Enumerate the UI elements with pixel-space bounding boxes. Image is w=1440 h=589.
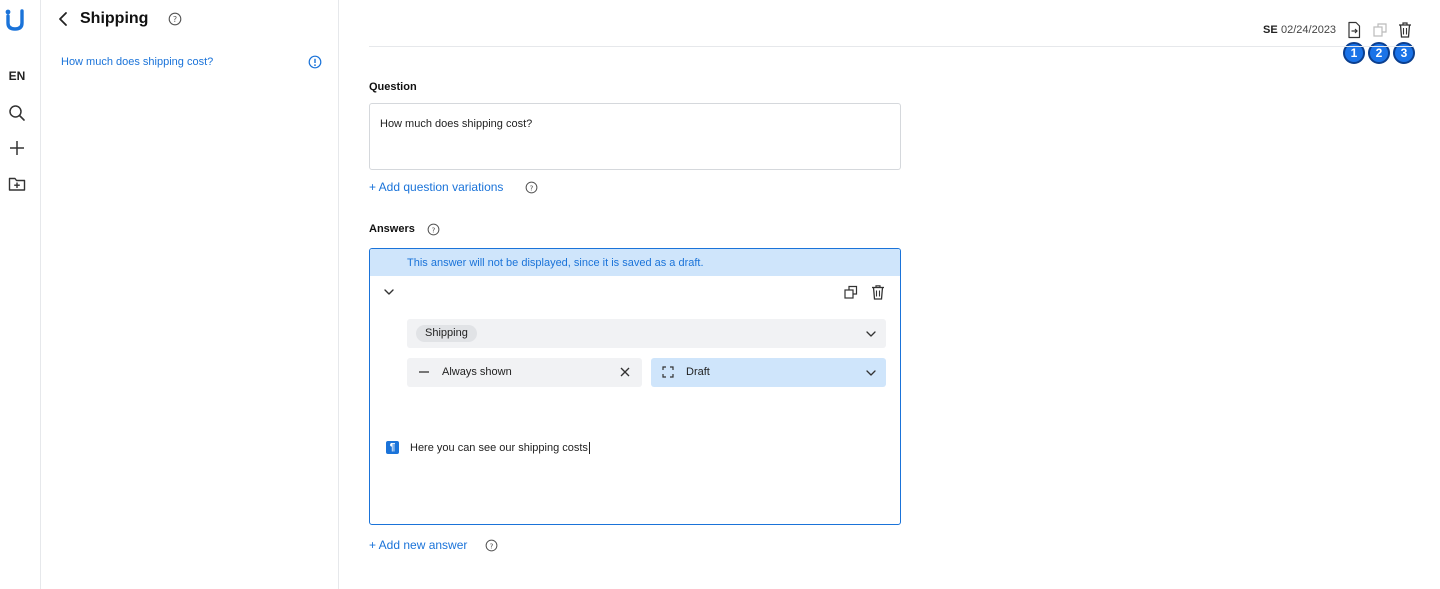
- svg-text:?: ?: [490, 541, 494, 550]
- question-list-item[interactable]: How much does shipping cost?: [61, 56, 213, 68]
- visibility-value: Always shown: [442, 366, 512, 378]
- paragraph-block-icon[interactable]: ¶: [386, 441, 399, 454]
- app-logo-icon[interactable]: [3, 8, 27, 32]
- header-divider: [369, 46, 1414, 47]
- duplicate-icon[interactable]: [1372, 21, 1388, 39]
- question-label: Question: [369, 81, 417, 93]
- add-new-answer-link[interactable]: + Add new answer: [369, 538, 467, 552]
- answers-label: Answers: [369, 223, 415, 235]
- svg-text:?: ?: [530, 183, 534, 192]
- delete-answer-icon[interactable]: [870, 284, 886, 300]
- help-icon[interactable]: ?: [427, 223, 440, 236]
- visibility-dropdown[interactable]: Always shown: [407, 358, 642, 387]
- duplicate-answer-icon[interactable]: [843, 284, 859, 300]
- category-tag[interactable]: Shipping: [416, 325, 477, 342]
- add-question-variations-link[interactable]: + Add question variations: [369, 180, 503, 194]
- svg-text:?: ?: [432, 225, 436, 234]
- answer-card: This answer will not be displayed, since…: [369, 248, 901, 525]
- svg-text:?: ?: [173, 15, 177, 24]
- category-title: Shipping: [80, 10, 149, 27]
- status-dropdown[interactable]: Draft: [651, 358, 886, 387]
- new-folder-icon[interactable]: [7, 174, 27, 194]
- status-value: Draft: [686, 366, 710, 378]
- draft-notice: This answer will not be displayed, since…: [370, 249, 900, 276]
- category-tag-dropdown[interactable]: Shipping: [407, 319, 886, 348]
- plus-icon[interactable]: [7, 138, 27, 158]
- icon-rail: EN: [0, 0, 41, 589]
- chevron-down-icon[interactable]: [864, 366, 878, 380]
- minus-icon: [419, 371, 429, 373]
- modified-date: 02/24/2023: [1281, 24, 1337, 36]
- chevron-down-icon[interactable]: [864, 327, 878, 341]
- clear-icon[interactable]: [618, 365, 632, 379]
- question-input[interactable]: How much does shipping cost?: [369, 103, 901, 170]
- back-chevron-icon[interactable]: [55, 10, 71, 28]
- content-language: SE: [1263, 24, 1278, 36]
- answer-text-editor[interactable]: Here you can see our shipping costs: [410, 442, 590, 454]
- draft-status-icon: [662, 366, 674, 378]
- info-icon[interactable]: [308, 55, 322, 69]
- help-icon[interactable]: ?: [168, 12, 182, 26]
- question-list-panel: Shipping ? How much does shipping cost?: [41, 0, 339, 589]
- trash-icon[interactable]: [1397, 21, 1413, 39]
- help-icon[interactable]: ?: [525, 181, 538, 194]
- search-icon[interactable]: [7, 103, 27, 123]
- collapse-chevron-icon[interactable]: [382, 285, 396, 299]
- help-icon[interactable]: ?: [485, 539, 498, 552]
- language-switch[interactable]: EN: [0, 69, 34, 83]
- export-file-icon[interactable]: [1346, 21, 1362, 39]
